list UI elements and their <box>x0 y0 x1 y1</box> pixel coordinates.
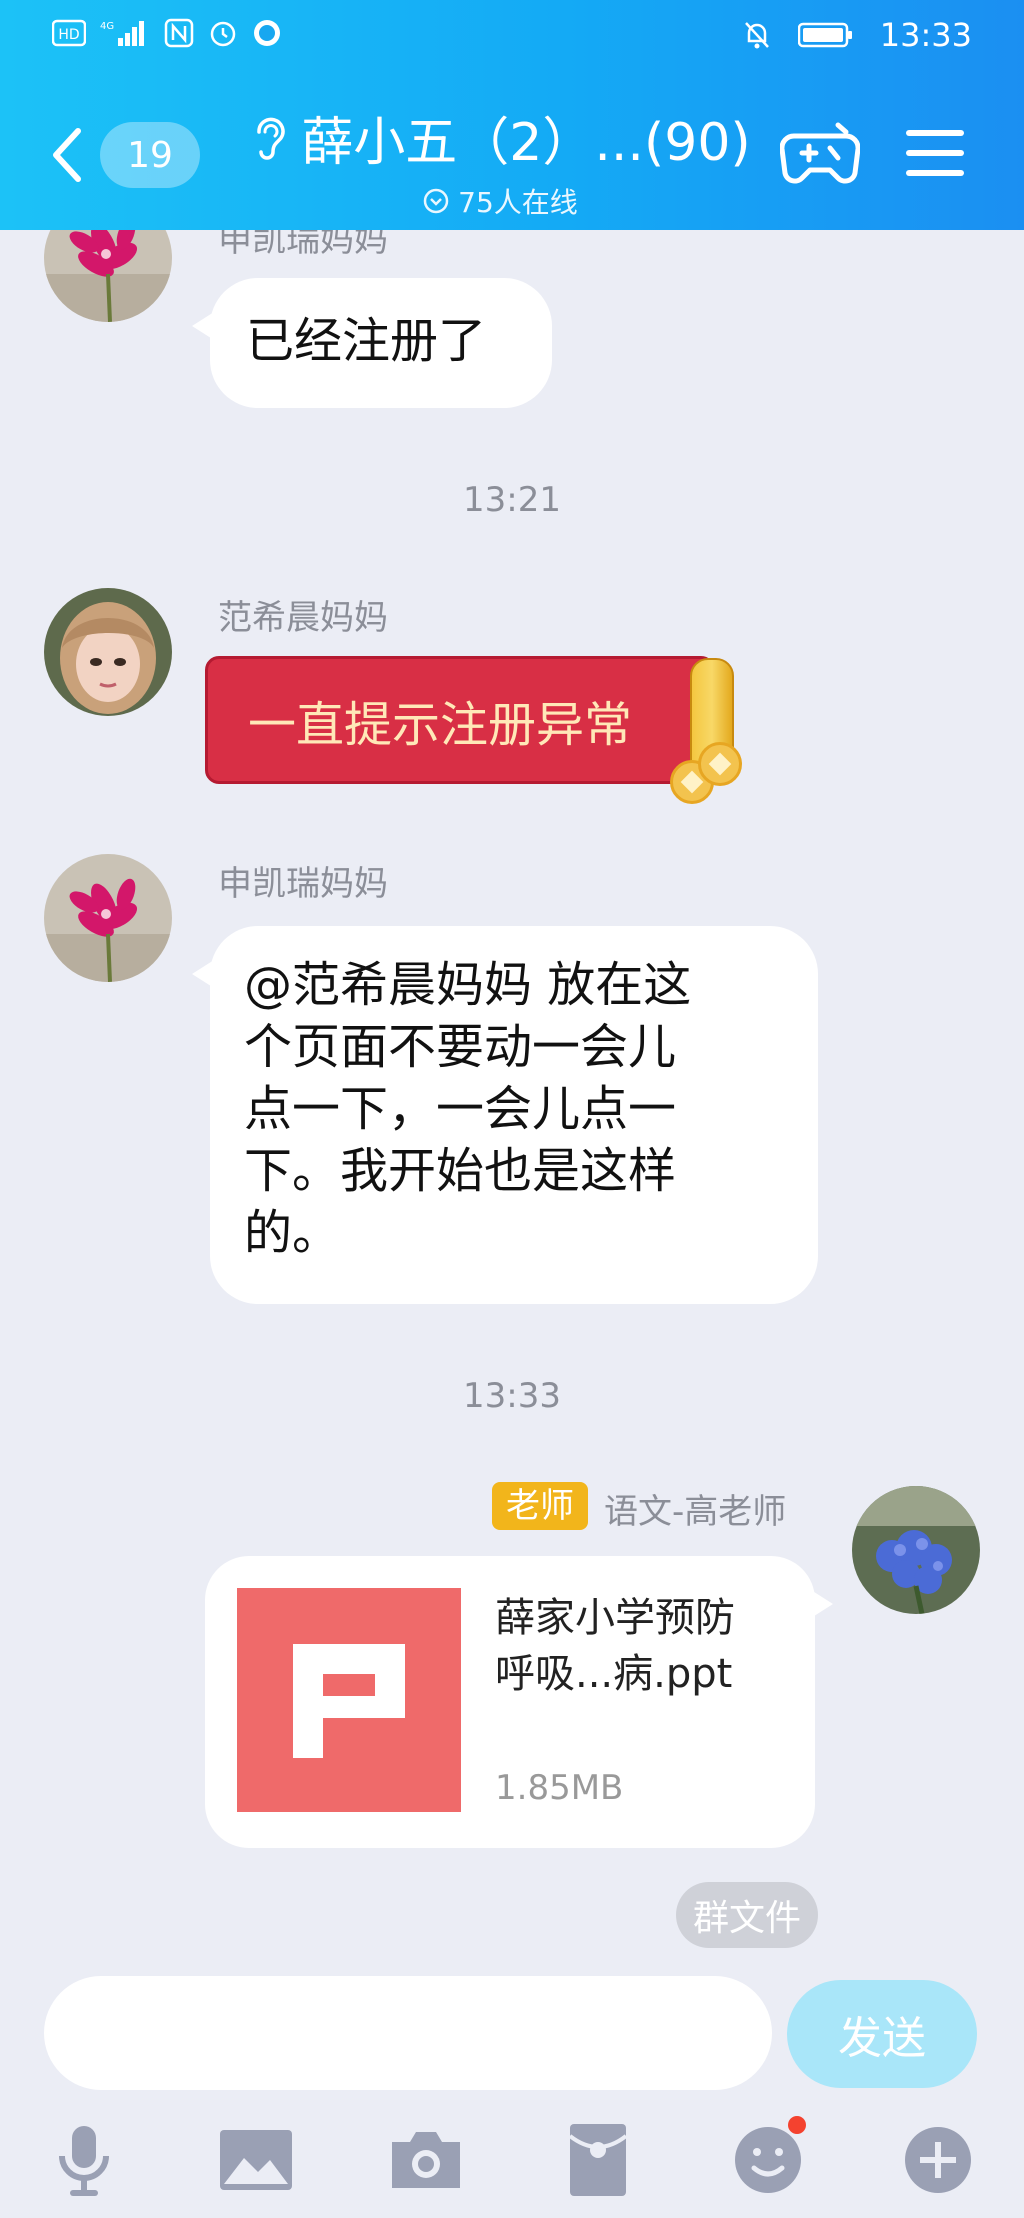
online-count: 75人在线 <box>458 186 578 219</box>
signal-icon: 4G <box>100 21 144 46</box>
sender-name: 申凯瑞妈妈 <box>218 230 388 260</box>
message-text-line: 下。我开始也是这样 <box>244 1143 677 1199</box>
timestamp: 13:33 <box>463 1376 561 1416</box>
avatar-girl[interactable] <box>44 588 172 716</box>
chat-title: 薛小五（2）...(90) <box>301 113 751 173</box>
file-size: 1.85MB <box>495 1768 624 1808</box>
avatar-image <box>44 854 172 982</box>
avatar-image <box>44 230 172 322</box>
svg-text:HD: HD <box>58 27 79 43</box>
avatar-image <box>44 588 172 716</box>
red-packet-message[interactable]: 一直提示注册异常 <box>205 656 715 784</box>
back-button[interactable]: 19 <box>50 120 200 190</box>
ppt-file-icon <box>237 1588 461 1812</box>
hd-icon: HD <box>52 19 86 47</box>
ear-icon[interactable] <box>249 112 289 164</box>
nfc-icon <box>164 18 194 48</box>
group-file-tag[interactable]: 群文件 <box>676 1882 818 1948</box>
chevron-left-icon <box>53 128 81 182</box>
teacher-badge: 老师 <box>492 1482 588 1530</box>
message-bubble[interactable]: 已经注册了 <box>192 278 552 408</box>
unread-count-badge: 19 <box>100 122 200 188</box>
status-left-icons: HD 4G <box>52 18 282 48</box>
status-time: 13:33 <box>879 16 972 54</box>
gamepad-icon <box>779 122 861 184</box>
message-text-line: 点一下，一会儿点一 <box>244 1081 677 1137</box>
sender-name: 语文-高老师 <box>604 1492 787 1532</box>
mute-bell-icon <box>744 22 769 49</box>
chat-title-area[interactable]: 薛小五（2）...(90) 75人在线 <box>230 100 770 219</box>
message-text-line: @范希晨妈妈 放在这 <box>244 957 692 1013</box>
online-status[interactable]: 75人在线 <box>230 181 770 221</box>
svg-text:4G: 4G <box>100 21 114 32</box>
avatar-flower-pink[interactable] <box>44 230 172 322</box>
top-bar: HD 4G 13:33 19 薛小五（2）...(90) 75人在线 <box>0 0 1024 230</box>
avatar-image <box>852 1486 980 1614</box>
camera-icon[interactable] <box>386 2120 466 2200</box>
message-bubble[interactable]: @范希晨妈妈 放在这 个页面不要动一会儿 点一下，一会儿点一 下。我开始也是这样… <box>192 926 818 1304</box>
sender-name: 范希晨妈妈 <box>218 598 388 638</box>
input-bar: 发送 <box>0 1970 1024 2218</box>
message-text-line: 的。 <box>244 1205 341 1261</box>
file-name: 薛家小学预防 呼吸...病.ppt <box>495 1590 785 1702</box>
status-right-icons: 13:33 <box>742 16 972 54</box>
timestamp: 13:21 <box>463 480 561 520</box>
chevron-down-circle-icon <box>423 188 449 214</box>
notification-dot <box>788 2116 806 2134</box>
alarm-icon <box>210 21 236 47</box>
coin-icon <box>698 742 742 786</box>
chat-message-list[interactable]: 申凯瑞妈妈 已经注册了 13:21 范希晨妈妈 一直提示注册异常 申凯瑞妈妈 @… <box>0 230 1024 1970</box>
plus-icon[interactable] <box>898 2120 978 2200</box>
game-button[interactable] <box>779 120 861 190</box>
battery-icon <box>797 22 852 48</box>
file-name-line: 呼吸...病.ppt <box>495 1651 733 1697</box>
chat-nav-bar: 19 薛小五（2）...(90) 75人在线 <box>0 80 1024 230</box>
message-text: 已经注册了 <box>246 313 487 369</box>
app-status-icon <box>254 20 280 46</box>
red-packet-icon[interactable] <box>558 2120 638 2200</box>
menu-button[interactable] <box>900 118 970 188</box>
hamburger-menu-icon <box>906 130 964 176</box>
message-text-line: 个页面不要动一会儿 <box>244 1019 677 1075</box>
avatar-hydrangea[interactable] <box>852 1486 980 1614</box>
status-bar: HD 4G 13:33 <box>0 0 1024 70</box>
microphone-icon[interactable] <box>44 2120 124 2200</box>
file-name-line: 薛家小学预防 <box>495 1595 735 1641</box>
image-icon[interactable] <box>216 2120 296 2200</box>
message-input[interactable] <box>44 1976 772 2090</box>
send-button[interactable]: 发送 <box>787 1980 977 2088</box>
sender-name: 申凯瑞妈妈 <box>218 864 388 904</box>
red-packet-text: 一直提示注册异常 <box>248 697 633 753</box>
avatar-flower-pink[interactable] <box>44 854 172 982</box>
toolbar <box>0 2116 1024 2210</box>
file-message-card[interactable]: 薛家小学预防 呼吸...病.ppt 1.85MB <box>205 1556 833 1848</box>
emoji-icon[interactable] <box>728 2116 808 2200</box>
